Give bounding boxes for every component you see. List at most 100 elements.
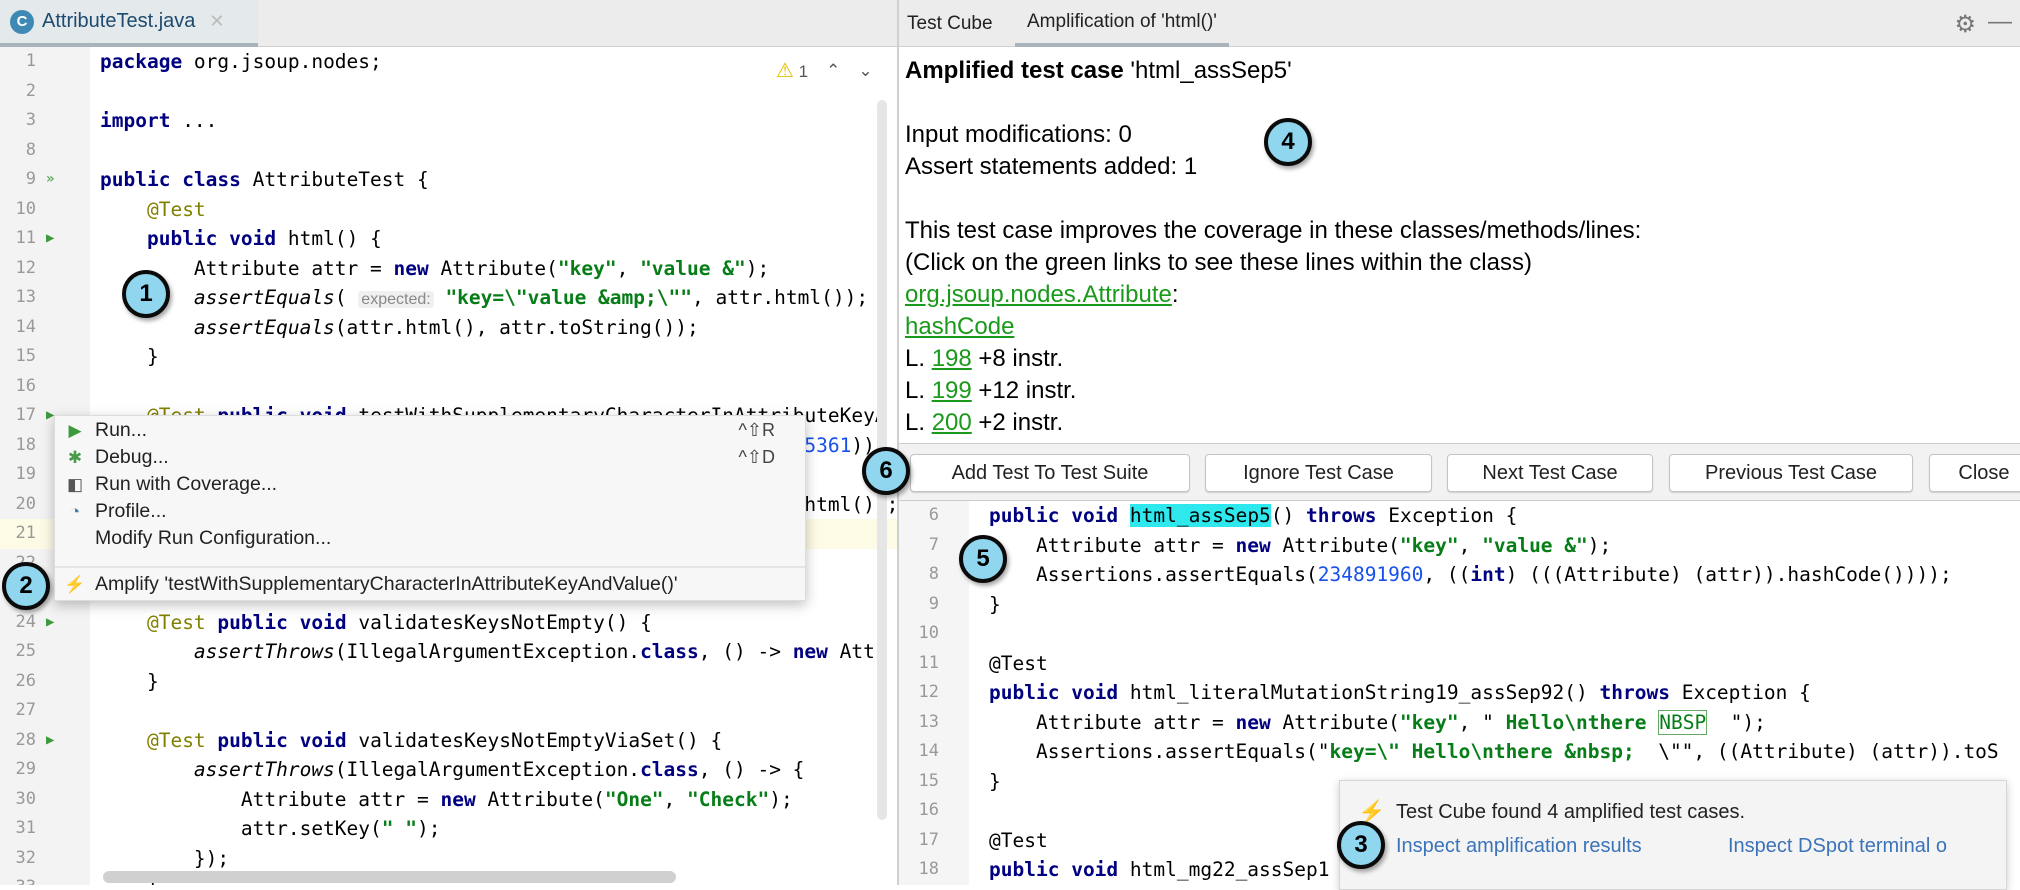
tab-amplification[interactable]: Amplification of 'html()' (1015, 0, 1229, 47)
code-token: , () -> { (698, 758, 805, 781)
run-gutter-icon[interactable]: » (46, 165, 54, 195)
inspect-terminal-link[interactable]: Inspect DSpot terminal o (1728, 835, 1947, 858)
run-gutter-icon[interactable]: ▶ (46, 608, 54, 638)
warning-indicator[interactable]: ⚠ 1 (776, 58, 808, 83)
code-token: org.jsoup.nodes; (182, 50, 382, 73)
next-highlight-icon[interactable]: ⌄ (858, 61, 872, 81)
menu-item-label: Debug... (95, 446, 169, 468)
code-text: @Test public void validatesKeysNotEmpty(… (100, 608, 652, 638)
code-text: @Test public void validatesKeysNotEmptyV… (100, 726, 722, 756)
code-token: void (1071, 858, 1119, 881)
menu-item-profile[interactable]: ◔ Profile... (55, 498, 805, 525)
previous-test-case-button[interactable]: Previous Test Case (1669, 454, 1913, 492)
coverage-line: L. 199 +12 instr. (905, 377, 1077, 404)
warning-icon: ⚠ (776, 60, 794, 82)
shortcut: ^⇧R (738, 420, 775, 440)
code-token: assertThrows (193, 640, 335, 663)
code-text: public void html_assSep5() throws Except… (989, 501, 1517, 531)
menu-item-amplify[interactable]: ⚡ Amplify 'testWithSupplementaryCharacter… (55, 571, 805, 598)
menu-item-label: Run... (95, 419, 148, 441)
code-token: Exception { (1376, 504, 1518, 527)
code-token: "Check" (687, 787, 770, 811)
code-token: "One" (604, 787, 664, 811)
code-token: import (100, 109, 171, 132)
code-token: @Test (146, 610, 206, 634)
code-token: (attr.html(), attr.toString()); (334, 315, 699, 339)
menu-item-modify-run-configuration[interactable]: Modify Run Configuration... (55, 525, 805, 552)
previous-highlight-icon[interactable]: ⌃ (826, 61, 840, 81)
code-token: public (989, 858, 1060, 881)
menu-item-run-with-coverage[interactable]: ◧ Run with Coverage... (55, 471, 805, 498)
code-line: 6 public void html_assSep5() throws Excep… (899, 501, 2020, 531)
method-link[interactable]: hashCode (905, 313, 1014, 340)
callout-2: 2 (2, 562, 50, 610)
run-gutter-icon[interactable]: ▶ (46, 224, 54, 254)
run-gutter-icon[interactable]: ▶ (46, 726, 54, 756)
line-link[interactable]: 198 (932, 345, 972, 372)
amplify-icon: ⚡ (64, 574, 86, 594)
class-link[interactable]: org.jsoup.nodes.Attribute (905, 281, 1172, 308)
menu-item-run[interactable]: ▶ Run... ^⇧R (55, 417, 805, 444)
close-button[interactable]: Close (1929, 454, 2020, 492)
tab-attributetest-java[interactable]: C AttributeTest.java ✕ (0, 0, 258, 47)
code-token: "key" (1399, 533, 1459, 557)
editor-tab-bar: C AttributeTest.java ✕ (0, 0, 897, 47)
callout-5: 5 (959, 535, 1007, 583)
code-line: 16 (0, 372, 897, 402)
line-number: 11 (918, 652, 939, 673)
code-text: Assertions.assertEquals("key=\" Hello\nt… (989, 737, 1999, 767)
code-token: AttributeTest { (240, 168, 429, 191)
line-number: 17 (15, 405, 36, 425)
parameter-hint: expected: (358, 291, 434, 308)
code-token: public (100, 168, 171, 191)
code-line: 14 Assertions.assertEquals("key=\" Hello… (899, 737, 2020, 767)
code-line: 13 Attribute attr = new Attribute("key",… (899, 708, 2020, 738)
ignore-test-case-button[interactable]: Ignore Test Case (1205, 454, 1432, 492)
line-link[interactable]: 200 (932, 409, 972, 436)
notification-popup: ⚡ Test Cube found 4 amplified test cases… (1339, 780, 2007, 890)
code-token: validatesKeysNotEmpty() { (346, 610, 652, 634)
code-text: }); (100, 844, 229, 874)
gear-icon[interactable]: ⚙ (1954, 10, 1976, 39)
code-text: assertEquals(attr.html(), attr.toString(… (100, 313, 699, 343)
test-cube-panel: Test Cube Amplification of 'html()' ⚙ — … (897, 0, 2020, 885)
code-token: Attribute( (1270, 533, 1400, 557)
coverage-intro: This test case improves the coverage in … (905, 217, 1642, 244)
line-number: 11 (15, 228, 36, 248)
code-line: 27 (0, 696, 897, 726)
code-text: import ... (100, 106, 217, 136)
menu-item-debug[interactable]: ✱ Debug... ^⇧D (55, 444, 805, 471)
code-text: public void html_mg22_assSep1 (989, 855, 1330, 885)
add-test-to-suite-button[interactable]: Add Test To Test Suite (910, 454, 1190, 492)
line-number: 24 (15, 611, 36, 632)
close-tab-icon[interactable]: ✕ (209, 11, 224, 32)
line-number: 21 (15, 523, 36, 543)
code-line: 10 (899, 619, 2020, 649)
next-test-case-button[interactable]: Next Test Case (1447, 454, 1653, 492)
code-token: ( (334, 286, 359, 309)
code-text: Assertions.assertEquals(234891960, ((int… (989, 560, 1952, 590)
code-line: 1 package org.jsoup.nodes; (0, 47, 897, 77)
code-token: @Test (146, 728, 206, 752)
code-token: ); (417, 817, 441, 840)
code-token: "key" (557, 256, 617, 280)
code-token: (IllegalArgumentException. (334, 758, 641, 781)
line-number: 19 (15, 464, 36, 484)
line-number: 18 (15, 434, 36, 455)
code-token: , (616, 256, 641, 280)
tab-test-cube[interactable]: Test Cube (907, 0, 993, 47)
line-number: 32 (15, 847, 36, 868)
inspect-results-link[interactable]: Inspect amplification results (1396, 835, 1642, 858)
minimize-icon[interactable]: — (1988, 8, 2012, 36)
line-number: 31 (15, 818, 36, 838)
horizontal-scrollbar[interactable] (103, 871, 676, 883)
code-token: void (299, 610, 347, 634)
line-link[interactable]: 199 (932, 377, 972, 404)
code-line: 26 } (0, 667, 897, 697)
